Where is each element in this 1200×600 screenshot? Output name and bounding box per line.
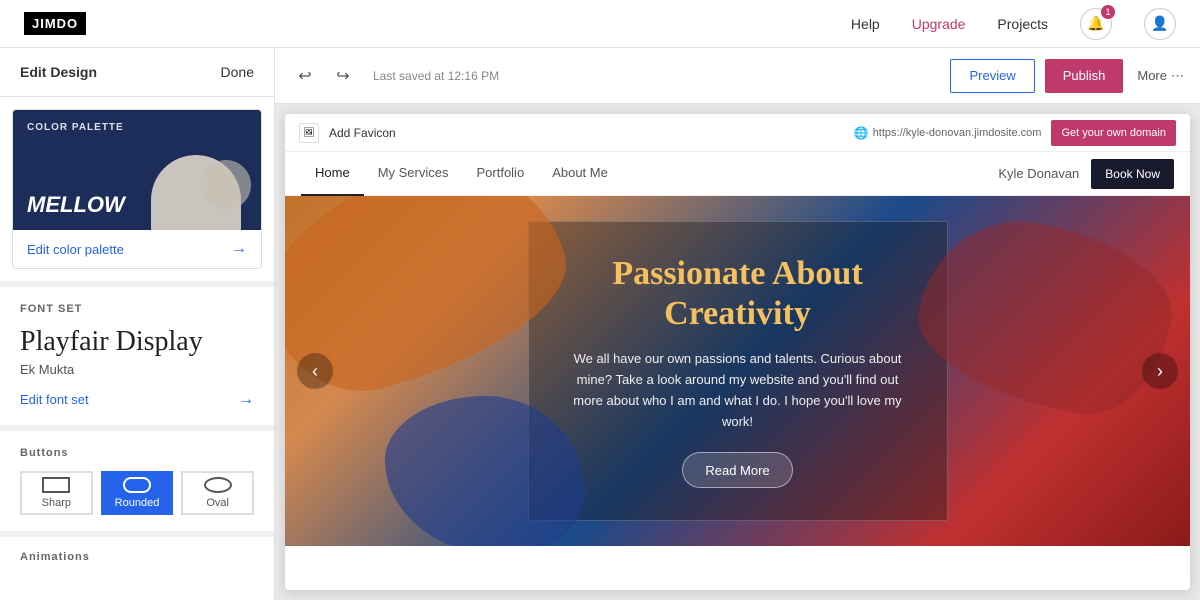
more-button[interactable]: More ⋯: [1137, 68, 1184, 84]
jimdo-logo: JIMDO: [24, 12, 86, 35]
site-nav: Home My Services Portfolio About Me Kyle…: [285, 152, 1190, 196]
upgrade-link[interactable]: Upgrade: [912, 16, 966, 32]
more-dots-icon: ⋯: [1171, 68, 1184, 84]
hero-subtitle: We all have our own passions and talents…: [565, 349, 911, 432]
main-layout: Edit Design Done COLOR PALETTE MELLOW Ed…: [0, 48, 1200, 600]
redo-button[interactable]: ↪: [329, 62, 357, 90]
palette-circle: [201, 160, 251, 210]
buttons-section-label: Buttons: [20, 447, 254, 459]
panel-header: Edit Design Done: [0, 48, 274, 97]
hero-prev-button[interactable]: ‹: [297, 353, 333, 389]
sharp-button-option[interactable]: Sharp: [20, 471, 93, 515]
oval-shape-icon: [204, 477, 232, 493]
saved-status: Last saved at 12:16 PM: [373, 69, 499, 83]
rounded-shape-icon: [123, 477, 151, 493]
top-navigation: JIMDO Help Upgrade Projects 🔔 1 👤: [0, 0, 1200, 48]
book-now-button[interactable]: Book Now: [1091, 159, 1174, 189]
edit-font-row[interactable]: Edit font set →: [20, 391, 254, 409]
edit-font-arrow-icon: →: [238, 391, 254, 409]
hero-next-button[interactable]: ›: [1142, 353, 1178, 389]
buttons-section: Buttons Sharp Rounded Oval: [0, 431, 274, 531]
font-set-section: FONT SET Playfair Display Ek Mukta Edit …: [0, 287, 274, 425]
site-hero: ‹ Passionate About Creativity We all hav…: [285, 196, 1190, 546]
done-button[interactable]: Done: [221, 64, 254, 80]
site-nav-home[interactable]: Home: [301, 152, 364, 196]
website-preview: 🖼 Add Favicon 🌐 https://kyle-donovan.jim…: [285, 114, 1190, 590]
url-text: https://kyle-donovan.jimdosite.com: [873, 127, 1042, 139]
animations-label: Animations: [20, 551, 254, 563]
notification-bell[interactable]: 🔔 1: [1080, 8, 1112, 40]
animations-section: Animations: [0, 531, 274, 589]
globe-icon: 🌐: [854, 126, 869, 140]
edit-palette-link[interactable]: Edit color palette: [27, 242, 124, 257]
button-style-options: Sharp Rounded Oval: [20, 471, 254, 515]
paint-stroke-2: [906, 206, 1183, 427]
user-avatar[interactable]: 👤: [1144, 8, 1176, 40]
palette-section-label: COLOR PALETTE: [27, 122, 124, 133]
color-palette-section: COLOR PALETTE MELLOW Edit color palette …: [12, 109, 262, 269]
site-nav-portfolio[interactable]: Portfolio: [462, 152, 538, 196]
site-nav-about[interactable]: About Me: [538, 152, 622, 196]
preview-toolbar: ↩ ↪ Last saved at 12:16 PM Preview Publi…: [275, 48, 1200, 104]
rounded-label: Rounded: [115, 497, 160, 509]
hero-title: Passionate About Creativity: [565, 254, 911, 336]
projects-link[interactable]: Projects: [997, 16, 1048, 32]
rounded-button-option[interactable]: Rounded: [101, 471, 174, 515]
undo-button[interactable]: ↩: [291, 62, 319, 90]
oval-label: Oval: [206, 497, 229, 509]
primary-font-name: Playfair Display: [20, 327, 254, 358]
hero-cta-button[interactable]: Read More: [682, 452, 792, 488]
sharp-label: Sharp: [42, 497, 71, 509]
secondary-font-name: Ek Mukta: [20, 362, 254, 377]
site-owner-name: Kyle Donavan: [998, 166, 1079, 181]
help-link[interactable]: Help: [851, 16, 880, 32]
sharp-shape-icon: [42, 477, 70, 493]
edit-palette-arrow-icon: →: [231, 240, 247, 258]
site-nav-services[interactable]: My Services: [364, 152, 463, 196]
right-preview: ↩ ↪ Last saved at 12:16 PM Preview Publi…: [275, 48, 1200, 600]
more-label: More: [1137, 68, 1167, 83]
font-set-label: FONT SET: [20, 303, 254, 315]
left-panel: Edit Design Done COLOR PALETTE MELLOW Ed…: [0, 48, 275, 600]
oval-button-option[interactable]: Oval: [181, 471, 254, 515]
hero-content-box: Passionate About Creativity We all have …: [528, 221, 948, 522]
site-url: 🌐 https://kyle-donovan.jimdosite.com: [854, 126, 1042, 140]
get-domain-button[interactable]: Get your own domain: [1051, 120, 1176, 146]
palette-name: MELLOW: [27, 192, 125, 218]
edit-palette-row[interactable]: Edit color palette →: [13, 230, 261, 268]
panel-title: Edit Design: [20, 64, 97, 80]
edit-font-link[interactable]: Edit font set: [20, 392, 89, 407]
notification-badge: 1: [1101, 5, 1115, 19]
favicon-box: 🖼: [299, 123, 319, 143]
publish-button[interactable]: Publish: [1045, 59, 1124, 93]
preview-button[interactable]: Preview: [950, 59, 1034, 93]
add-favicon-link[interactable]: Add Favicon: [329, 126, 396, 140]
palette-preview: COLOR PALETTE MELLOW: [13, 110, 261, 230]
site-top-bar: 🖼 Add Favicon 🌐 https://kyle-donovan.jim…: [285, 114, 1190, 152]
